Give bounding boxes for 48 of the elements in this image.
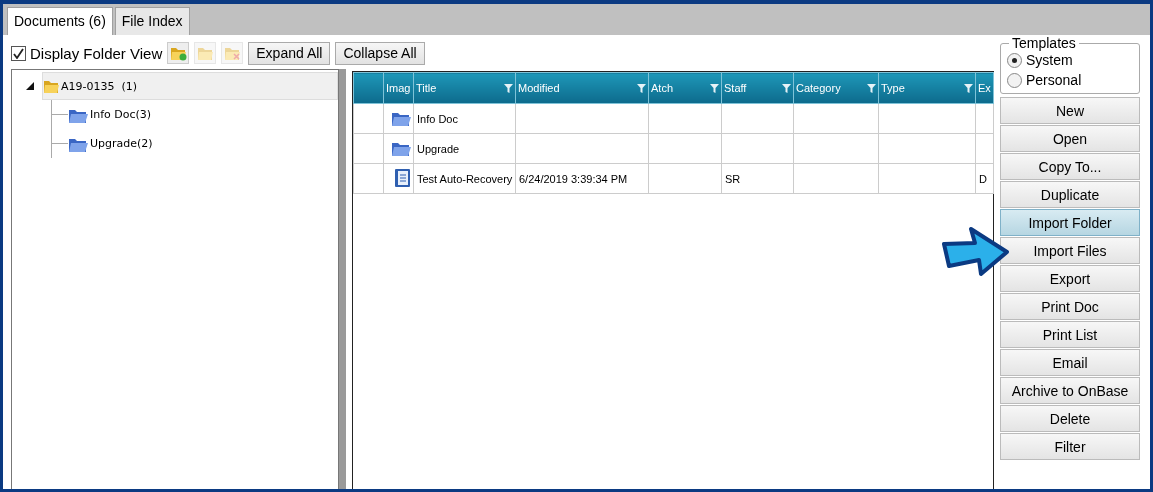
checkbox-label[interactable]: Display Folder View [30, 44, 163, 62]
tree-item[interactable]: Upgrade(2) [68, 130, 339, 157]
action-button[interactable]: Delete [1000, 405, 1140, 432]
action-button[interactable]: Duplicate [1000, 181, 1140, 208]
tab[interactable]: Documents (6) [7, 7, 113, 35]
action-button[interactable]: Copy To... [1000, 153, 1140, 180]
radio-label[interactable]: System [1026, 52, 1073, 68]
action-button[interactable]: New [1000, 97, 1140, 124]
table-cell: Test Auto-Recovery [413, 163, 516, 194]
folder-icon [169, 45, 187, 61]
tab[interactable]: File Index [114, 7, 190, 35]
radio-button[interactable] [1007, 52, 1022, 68]
table-cell: D [975, 163, 994, 194]
table-cell: Upgrade [413, 133, 516, 164]
tree-item[interactable]: A19-0135 (1) [42, 72, 339, 100]
action-button[interactable]: Archive to OnBase [1000, 377, 1140, 404]
action-button[interactable]: Import Folder [1000, 209, 1140, 236]
group-title: Templates [1009, 35, 1079, 51]
action-button[interactable]: Open [1000, 125, 1140, 152]
table-cell: SR [721, 163, 794, 194]
action-button[interactable]: Filter [1000, 433, 1140, 460]
action-button[interactable]: Email [1000, 349, 1140, 376]
radio-button[interactable] [1007, 72, 1022, 88]
column-header[interactable] [353, 72, 384, 104]
toolbar-button[interactable]: Collapse All [335, 41, 425, 65]
folder-icon [223, 45, 241, 61]
table-cell: Info Doc [413, 103, 516, 134]
document-icon [393, 167, 411, 188]
action-button[interactable]: Import Files [1000, 237, 1140, 264]
column-header[interactable]: Category [793, 72, 879, 104]
action-button[interactable]: Print Doc [1000, 293, 1140, 320]
action-button[interactable]: Export [1000, 265, 1140, 292]
column-header[interactable]: Imag [383, 72, 414, 104]
checkbox[interactable] [11, 45, 26, 61]
column-header[interactable]: Modified [515, 72, 649, 104]
action-button[interactable]: Print List [1000, 321, 1140, 348]
radio-label[interactable]: Personal [1026, 72, 1082, 88]
check-icon [13, 47, 24, 59]
column-header[interactable]: Staff [721, 72, 794, 104]
table-cell: 6/24/2019 3:39:34 PM [515, 163, 649, 194]
column-header[interactable]: Atch [648, 72, 722, 104]
tree-item[interactable]: Info Doc(3) [68, 101, 339, 128]
folder-icon [43, 78, 59, 94]
column-header[interactable]: Type [878, 72, 976, 104]
folder-icon [196, 45, 214, 61]
add-folder-button[interactable] [167, 42, 190, 64]
column-header[interactable]: Title [413, 72, 516, 104]
toolbar-button[interactable]: Expand All [248, 41, 331, 65]
